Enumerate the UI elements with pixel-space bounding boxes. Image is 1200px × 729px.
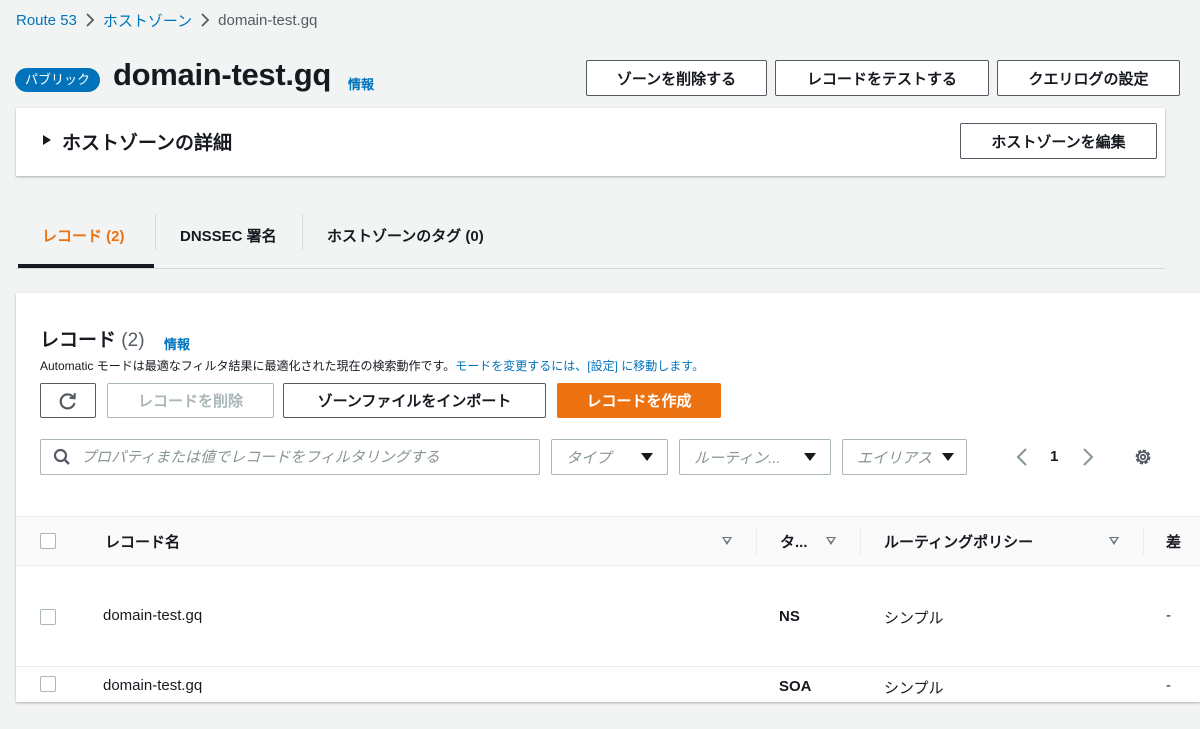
- next-page-button[interactable]: [1076, 445, 1100, 469]
- records-info-link[interactable]: 情報: [164, 334, 190, 353]
- type-filter-label: タイプ: [566, 449, 612, 467]
- records-description: Automatic モードは最適なフィルタ結果に最適化された現在の検索動作です。…: [40, 357, 704, 374]
- create-record-button[interactable]: レコードを作成: [557, 383, 721, 418]
- caret-down-icon: [641, 453, 653, 461]
- caret-down-icon: [804, 453, 816, 461]
- sort-icon[interactable]: [722, 537, 732, 545]
- tabs-divider: [16, 268, 1165, 269]
- description-text: Automatic モードは最適なフィルタ結果に最適化された現在の検索動作です。: [40, 359, 456, 373]
- records-count: (2): [121, 330, 145, 351]
- record-type: SOA: [779, 678, 812, 695]
- record-extra: -: [1166, 607, 1171, 624]
- sort-icon[interactable]: [1109, 537, 1119, 545]
- delete-zone-button[interactable]: ゾーンを削除する: [586, 60, 767, 96]
- title-info-link[interactable]: 情報: [348, 74, 374, 93]
- table-row[interactable]: domain-test.gq NS シンプル -: [16, 566, 1200, 667]
- breadcrumb-current: domain-test.gq: [218, 11, 318, 29]
- record-routing: シンプル: [884, 680, 944, 697]
- breadcrumb-route53[interactable]: Route 53: [16, 12, 77, 29]
- alias-filter-select[interactable]: エイリアス: [842, 439, 967, 475]
- edit-hosted-zone-button[interactable]: ホストゾーンを編集: [960, 123, 1157, 159]
- alias-filter-label: エイリアス: [857, 449, 933, 467]
- query-log-button[interactable]: クエリログの設定: [997, 60, 1180, 96]
- tab-divider: [155, 214, 156, 250]
- tab-records[interactable]: レコード (2): [42, 225, 125, 246]
- column-header-routing[interactable]: ルーティングポリシー: [884, 531, 1033, 552]
- page-title: domain-test.gq: [113, 57, 331, 92]
- caret-right-icon[interactable]: [43, 135, 51, 145]
- chevron-right-icon: [192, 13, 218, 27]
- tab-tags[interactable]: ホストゾーンのタグ (0): [327, 225, 484, 246]
- previous-page-button[interactable]: [1010, 445, 1034, 469]
- tab-divider: [302, 214, 303, 250]
- breadcrumb-hosted-zones[interactable]: ホストゾーン: [103, 10, 192, 31]
- current-page-number[interactable]: 1: [1050, 448, 1058, 465]
- chevron-right-icon: [77, 13, 103, 27]
- gear-icon[interactable]: [1132, 446, 1154, 468]
- public-badge: パブリック: [15, 68, 101, 92]
- hosted-zone-details-panel: ホストゾーンの詳細 ホストゾーンを編集: [16, 108, 1165, 176]
- chevron-left-icon: [1016, 448, 1027, 466]
- type-filter-select[interactable]: タイプ: [551, 439, 668, 475]
- routing-filter-select[interactable]: ルーティン...: [679, 439, 831, 475]
- column-divider[interactable]: [756, 529, 757, 555]
- row-checkbox[interactable]: [40, 609, 56, 625]
- row-checkbox[interactable]: [40, 676, 56, 692]
- change-mode-link[interactable]: モードを変更するには、[設定] に移動します。: [455, 359, 704, 373]
- column-divider[interactable]: [1143, 529, 1144, 555]
- delete-record-button[interactable]: レコードを削除: [107, 383, 274, 418]
- sort-icon[interactable]: [826, 537, 836, 545]
- select-all-checkbox[interactable]: [40, 533, 56, 549]
- record-name: domain-test.gq: [103, 607, 203, 624]
- column-header-extra[interactable]: 差: [1166, 531, 1181, 552]
- routing-filter-label: ルーティン...: [694, 449, 781, 467]
- search-box[interactable]: [40, 439, 540, 475]
- test-record-button[interactable]: レコードをテストする: [775, 60, 989, 96]
- records-heading-label: レコード: [40, 330, 117, 351]
- record-type: NS: [779, 608, 800, 625]
- record-name: domain-test.gq: [103, 677, 203, 694]
- details-title[interactable]: ホストゾーンの詳細: [62, 128, 232, 155]
- search-input[interactable]: [81, 448, 521, 466]
- search-icon: [53, 448, 70, 465]
- column-divider[interactable]: [860, 529, 861, 555]
- tab-dnssec[interactable]: DNSSEC 署名: [180, 225, 277, 246]
- record-extra: -: [1166, 677, 1171, 694]
- column-header-type[interactable]: タ...: [780, 531, 808, 552]
- refresh-icon: [59, 392, 76, 409]
- caret-down-icon: [942, 453, 954, 461]
- breadcrumb: Route 53 ホストゾーン domain-test.gq: [16, 10, 317, 30]
- table-row[interactable]: domain-test.gq SOA シンプル -: [16, 667, 1200, 702]
- records-panel: レコード (2) 情報 Automatic モードは最適なフィルタ結果に最適化さ…: [16, 293, 1200, 702]
- record-routing: シンプル: [884, 610, 944, 627]
- import-zone-file-button[interactable]: ゾーンファイルをインポート: [283, 383, 546, 418]
- refresh-button[interactable]: [40, 383, 96, 418]
- column-header-name[interactable]: レコード名: [105, 531, 180, 552]
- table-header: レコード名 タ... ルーティングポリシー 差: [16, 516, 1200, 566]
- chevron-right-icon: [1083, 448, 1094, 466]
- records-heading: レコード (2): [40, 325, 145, 352]
